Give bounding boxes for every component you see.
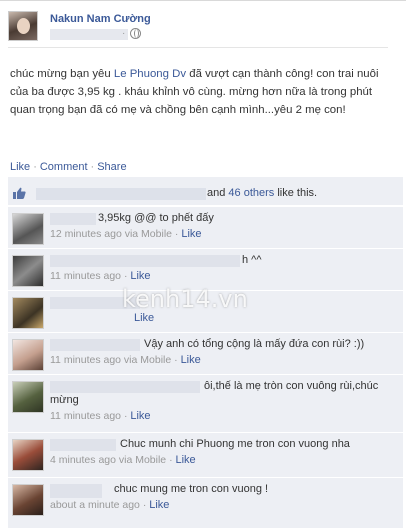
comment-time[interactable]: about a minute ago: [50, 499, 140, 511]
comment-time[interactable]: 4 minutes ago via Mobile: [50, 454, 166, 466]
likes-text: and 46 others like this.: [207, 187, 317, 199]
comment-meta: 11 minutes ago via Mobile · Like: [50, 354, 201, 366]
post-text-prefix: chúc mừng bạn yêu: [10, 68, 114, 80]
mention-link[interactable]: Le Phuong Dv: [114, 68, 186, 80]
comment-text: 3,95kg @@ to phết đấy: [98, 212, 214, 224]
author-avatar[interactable]: [8, 11, 38, 41]
facebook-post: Nakun Nam Cường · chúc mừng bạn yêu Le P…: [0, 0, 406, 528]
author-name[interactable]: Nakun Nam Cường: [50, 13, 151, 25]
commenter-name-blurred[interactable]: [50, 484, 102, 498]
share-action[interactable]: Share: [97, 161, 126, 173]
comment-like-link[interactable]: Like: [134, 312, 154, 324]
commenter-name-blurred[interactable]: [50, 255, 240, 267]
commenter-avatar[interactable]: [12, 339, 44, 371]
comment-item: ôi,thế là mẹ tròn con vuông rùi,chúc mừn…: [8, 374, 403, 429]
post-text: chúc mừng bạn yêu Le Phuong Dv đã vượt c…: [10, 65, 390, 119]
likes-suffix: like this.: [274, 187, 318, 199]
comment-meta: 4 minutes ago via Mobile · Like: [50, 454, 196, 466]
meta-separator: ·: [122, 28, 126, 39]
feedback-section: and 46 others like this. 3,95kg @@ to ph…: [8, 177, 403, 528]
comment-time[interactable]: 11 minutes ago via Mobile: [50, 354, 171, 366]
comment-like-link[interactable]: Like: [130, 270, 150, 282]
commenter-avatar[interactable]: [12, 297, 44, 329]
comment-item: Chuc munh chi Phuong me tron con vuong n…: [8, 432, 403, 474]
comment-text-continued: mừng: [50, 394, 79, 406]
comment-text: h ^^: [242, 254, 262, 266]
comment-meta: Like: [134, 312, 154, 324]
likes-others-link[interactable]: 46 others: [228, 187, 274, 199]
likers-blurred: [36, 188, 206, 200]
post-divider: [8, 47, 388, 48]
commenter-avatar[interactable]: [12, 213, 44, 245]
comment-like-link[interactable]: Like: [181, 228, 201, 240]
comment-time[interactable]: 11 minutes ago: [50, 410, 121, 422]
comment-meta: 11 minutes ago · Like: [50, 410, 151, 422]
comment-like-link[interactable]: Like: [149, 499, 169, 511]
comment-item: h ^^ 11 minutes ago · Like: [8, 248, 403, 290]
commenter-avatar[interactable]: [12, 255, 44, 287]
post-timestamp-blurred: [50, 29, 128, 40]
action-separator: ·: [33, 161, 37, 173]
comment-time[interactable]: 12 minutes ago via Mobile: [50, 228, 172, 240]
comment-like-link[interactable]: Like: [176, 454, 196, 466]
comment-meta: 11 minutes ago · Like: [50, 270, 151, 282]
commenter-avatar[interactable]: [12, 439, 44, 471]
commenter-name-blurred[interactable]: [50, 439, 116, 451]
commenter-avatar[interactable]: [12, 484, 44, 516]
commenter-name-blurred[interactable]: [50, 381, 200, 393]
globe-icon: [130, 28, 141, 39]
comment-action[interactable]: Comment: [40, 161, 88, 173]
comment-item: 3,95kg @@ to phết đấy 12 minutes ago via…: [8, 206, 403, 248]
like-action[interactable]: Like: [10, 161, 30, 173]
comment-text: ôi,thế là mẹ tròn con vuông rùi,chúc: [204, 380, 379, 392]
comment-like-link[interactable]: Like: [130, 410, 150, 422]
comment-like-link[interactable]: Like: [181, 354, 201, 366]
thumbs-up-icon: [13, 187, 26, 199]
comment-meta: 12 minutes ago via Mobile · Like: [50, 228, 202, 240]
commenter-name-blurred[interactable]: [50, 339, 140, 351]
comment-item: chuc mung me tron con vuong ! about a mi…: [8, 477, 403, 525]
comment-text: Vậy anh có tổng cộng là mấy đứa con rùi?…: [144, 338, 365, 350]
action-separator: ·: [90, 161, 95, 173]
comment-text: Chuc munh chi Phuong me tron con vuong n…: [120, 438, 350, 450]
likes-and: and: [207, 187, 229, 199]
comment-item: Vậy anh có tổng cộng là mấy đứa con rùi?…: [8, 332, 403, 374]
comment-text: chuc mung me tron con vuong !: [114, 483, 269, 495]
commenter-avatar[interactable]: [12, 381, 44, 413]
watermark: kenh14.vn: [122, 285, 248, 313]
commenter-name-blurred[interactable]: [50, 213, 96, 225]
comment-time[interactable]: 11 minutes ago: [50, 270, 121, 282]
likes-summary: and 46 others like this.: [8, 181, 403, 206]
post-actions: Like · Comment · Share: [10, 161, 127, 173]
comment-meta: about a minute ago · Like: [50, 499, 170, 511]
